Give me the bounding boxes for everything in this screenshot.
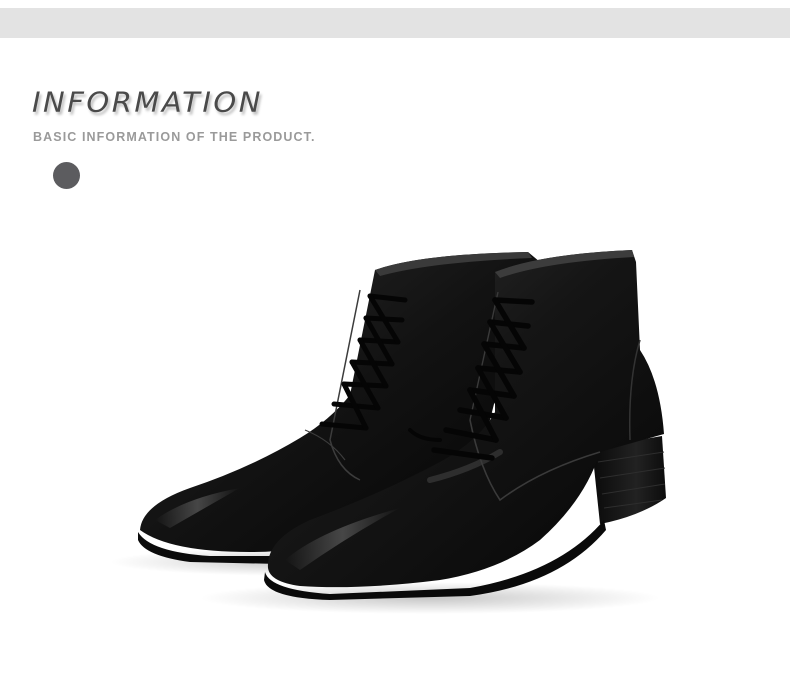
boots-product-image [110,250,666,614]
product-info-page: INFORMATION BASIC INFORMATION OF THE PRO… [0,0,790,697]
